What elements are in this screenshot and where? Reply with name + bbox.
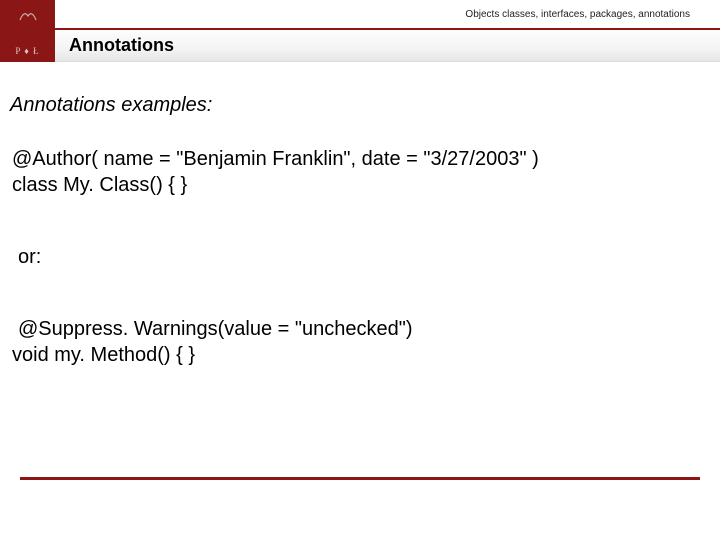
logo: P ♦ Ł (0, 0, 55, 62)
section-heading: Annotations examples: (10, 92, 700, 118)
code-example-2: @Suppress. Warnings(value = "unchecked")… (12, 316, 700, 368)
code-line: @Suppress. Warnings(value = "unchecked") (18, 316, 700, 342)
content: Annotations examples: @Author( name = "B… (10, 92, 700, 368)
logo-letters: P ♦ Ł (15, 46, 39, 56)
code-line: void my. Method() { } (12, 342, 700, 368)
logo-icon (0, 8, 55, 22)
header-title-bar: Annotations (55, 30, 720, 62)
code-line: class My. Class() { } (12, 172, 700, 198)
header: P ♦ Ł Objects classes, interfaces, packa… (0, 0, 720, 62)
or-label: or: (18, 244, 700, 270)
page-title: Annotations (69, 35, 174, 56)
code-example-1: @Author( name = "Benjamin Franklin", dat… (12, 146, 700, 198)
code-line: @Author( name = "Benjamin Franklin", dat… (12, 146, 700, 172)
header-top: Objects classes, interfaces, packages, a… (55, 0, 720, 30)
breadcrumb: Objects classes, interfaces, packages, a… (465, 9, 690, 20)
slide: P ♦ Ł Objects classes, interfaces, packa… (0, 0, 720, 540)
footer-rule (20, 477, 700, 480)
